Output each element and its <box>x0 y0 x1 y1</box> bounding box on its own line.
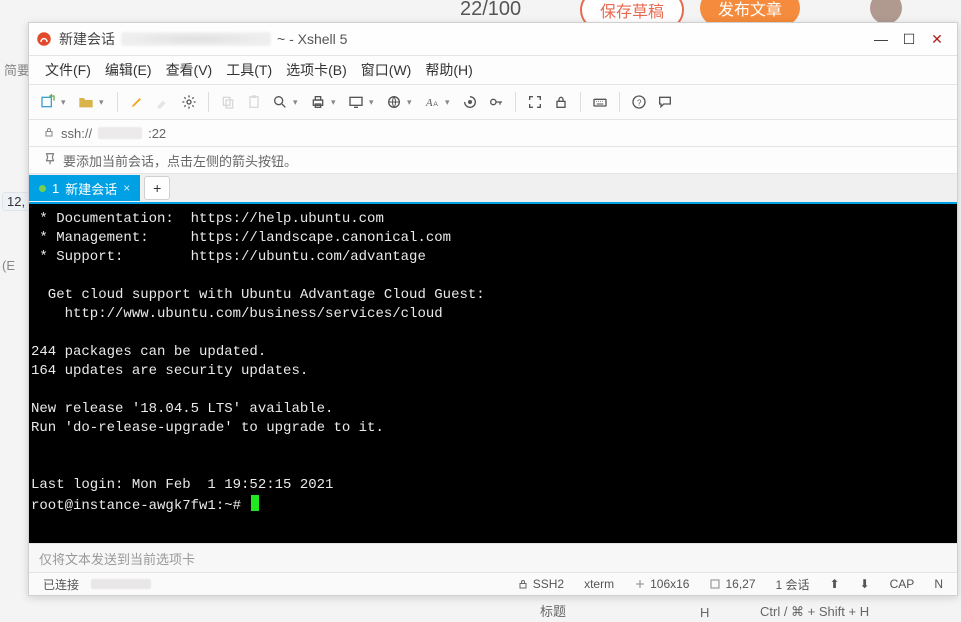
highlighter-icon[interactable] <box>126 91 148 113</box>
status-sessions: 1 会话 <box>768 576 818 593</box>
status-size: 106x16 <box>626 577 697 591</box>
screen-icon[interactable] <box>345 91 367 113</box>
comment-icon[interactable] <box>654 91 676 113</box>
key-icon[interactable] <box>485 91 507 113</box>
menu-options[interactable]: 选项卡(B) <box>280 57 353 83</box>
menu-tools[interactable]: 工具(T) <box>220 57 278 83</box>
svg-text:A: A <box>425 98 433 109</box>
session-tab-1[interactable]: 1 新建会话 × <box>29 175 140 201</box>
find-icon[interactable] <box>269 91 291 113</box>
status-num: N <box>926 577 951 591</box>
status-cap: CAP <box>882 577 923 591</box>
status-ssh: SSH2 <box>509 577 572 591</box>
tab-close-icon[interactable]: × <box>123 181 130 195</box>
hint-row: 要添加当前会话，点击左侧的箭头按钮。 <box>29 147 957 174</box>
address-port: :22 <box>148 126 166 141</box>
toolbar: ▾ ▾ ▾ ▾ ▾ ▾ AA ▾ ? <box>29 85 957 120</box>
bg-bottom-h: H <box>700 605 709 620</box>
statusbar: 已连接 SSH2 xterm 106x16 16,27 1 会话 ⬆ ⬇ CAP… <box>29 572 957 595</box>
svg-text:A: A <box>433 101 438 108</box>
hint-text: 要添加当前会话，点击左侧的箭头按钮。 <box>63 151 297 170</box>
open-dropdown[interactable]: ▾ <box>99 97 107 108</box>
close-button[interactable]: ✕ <box>923 28 951 50</box>
bg-avatar[interactable] <box>870 0 902 24</box>
copy-icon <box>217 91 239 113</box>
new-session-dropdown[interactable]: ▾ <box>61 97 69 108</box>
menu-view[interactable]: 查看(V) <box>160 57 219 83</box>
tab-index: 1 <box>52 181 59 196</box>
bg-bottom-shortcut: Ctrl / ⌘ + Shift + H <box>760 604 869 620</box>
print-dropdown[interactable]: ▾ <box>331 97 339 108</box>
font-dropdown[interactable]: ▾ <box>445 97 453 108</box>
title-suffix: ~ - Xshell 5 <box>277 31 347 47</box>
titlebar: 新建会话 ~ - Xshell 5 — ☐ ✕ <box>29 23 957 56</box>
globe-dropdown[interactable]: ▾ <box>407 97 415 108</box>
print-icon[interactable] <box>307 91 329 113</box>
terminal[interactable]: * Documentation: https://help.ubuntu.com… <box>29 204 957 543</box>
maximize-button[interactable]: ☐ <box>895 28 923 50</box>
address-host-blur <box>98 127 142 139</box>
status-host-blur <box>91 579 151 589</box>
address-bar: ssh:// :22 <box>29 120 957 147</box>
status-dot-icon <box>39 185 46 192</box>
bg-bottom-title: 标题 <box>540 601 566 620</box>
eraser-icon <box>152 91 174 113</box>
menu-edit[interactable]: 编辑(E) <box>99 57 158 83</box>
globe-icon[interactable] <box>383 91 405 113</box>
keyboard-icon[interactable] <box>589 91 611 113</box>
svg-text:?: ? <box>637 98 642 107</box>
xshell-window: 新建会话 ~ - Xshell 5 — ☐ ✕ 文件(F) 编辑(E) 查看(V… <box>28 22 958 596</box>
settings-icon[interactable] <box>178 91 200 113</box>
bg-frag-pill: 12, <box>2 192 30 211</box>
open-icon[interactable] <box>75 91 97 113</box>
lock-icon[interactable] <box>550 91 572 113</box>
paste-icon <box>243 91 265 113</box>
pin-icon[interactable] <box>43 152 57 169</box>
tabbar: 1 新建会话 × + <box>29 174 957 204</box>
compose-hint[interactable]: 仅将文本发送到当前选项卡 <box>29 543 957 572</box>
swirl-icon[interactable] <box>459 91 481 113</box>
screen-dropdown[interactable]: ▾ <box>369 97 377 108</box>
minimize-button[interactable]: — <box>867 28 895 50</box>
status-up-icon[interactable]: ⬆ <box>822 577 848 591</box>
bg-frag-left1: 简要 <box>4 60 30 79</box>
menu-window[interactable]: 窗口(W) <box>355 57 418 83</box>
tab-add-button[interactable]: + <box>144 176 170 200</box>
app-icon <box>35 30 53 48</box>
font-icon[interactable]: AA <box>421 91 443 113</box>
tab-label: 新建会话 <box>65 179 117 198</box>
lock-small-icon <box>43 126 55 141</box>
bg-count: 22/100 <box>460 0 521 21</box>
find-dropdown[interactable]: ▾ <box>293 97 301 108</box>
status-term: xterm <box>576 577 622 591</box>
new-session-icon[interactable] <box>37 91 59 113</box>
title-session: 新建会话 <box>59 29 115 49</box>
menubar: 文件(F) 编辑(E) 查看(V) 工具(T) 选项卡(B) 窗口(W) 帮助(… <box>29 56 957 85</box>
address-prefix: ssh:// <box>61 126 92 141</box>
menu-file[interactable]: 文件(F) <box>39 57 97 83</box>
help-icon[interactable]: ? <box>628 91 650 113</box>
bg-frag-e: (E <box>2 258 15 273</box>
status-connected: 已连接 <box>35 576 87 593</box>
status-pos: 16,27 <box>701 577 763 591</box>
terminal-cursor <box>251 495 259 511</box>
title-host-blur <box>121 32 271 46</box>
fullscreen-icon[interactable] <box>524 91 546 113</box>
menu-help[interactable]: 帮助(H) <box>419 57 478 83</box>
terminal-prompt: root@instance-awgk7fw1:~# <box>31 498 249 514</box>
status-down-icon[interactable]: ⬇ <box>852 577 878 591</box>
